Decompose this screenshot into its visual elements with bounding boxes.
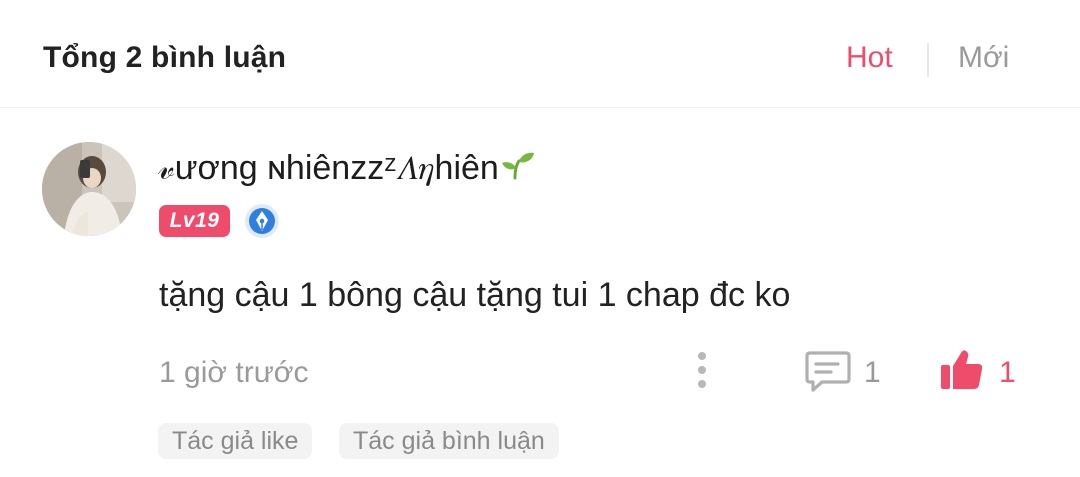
like-count: 1 (999, 356, 1016, 389)
comment-bubble-icon (805, 351, 851, 392)
more-options-icon[interactable] (688, 348, 716, 392)
author-replied-tag: Tác giả bình luận (339, 423, 559, 459)
sort-hot-tab[interactable]: Hot (846, 38, 893, 78)
comment-timestamp: 1 giờ trước (159, 356, 309, 389)
comments-screen: Tổng 2 bình luận Hot Mới 𝓋ương ɴhiênzzᶻ𝛬… (0, 0, 1080, 477)
pen-nib-icon (244, 203, 280, 239)
username-text: 𝓋ương ɴhiênzzᶻ𝛬𝜂hiên (158, 149, 499, 187)
sort-new-tab[interactable]: Mới (958, 38, 1009, 78)
sort-divider (927, 43, 929, 77)
comments-total-title: Tổng 2 bình luận (43, 41, 287, 74)
reply-count: 1 (864, 356, 881, 389)
thumbs-up-icon[interactable] (939, 346, 985, 392)
comments-header: Tổng 2 bình luận Hot Mới (0, 0, 1080, 108)
sprout-icon (501, 152, 534, 180)
level-badge: Lv19 (159, 205, 230, 237)
comment-text: tặng cậu 1 bông cậu tặng tui 1 chap đc k… (159, 276, 791, 314)
comment-username[interactable]: 𝓋ương ɴhiênzzᶻ𝛬𝜂hiên (158, 146, 535, 190)
avatar[interactable] (42, 142, 136, 236)
author-liked-tag: Tác giả like (158, 423, 313, 459)
